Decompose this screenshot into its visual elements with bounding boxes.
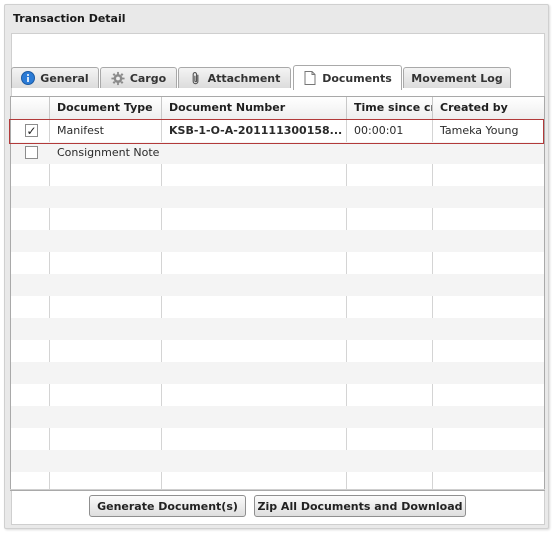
cell-created-by [433,142,544,164]
panel-title: Transaction Detail [13,12,126,25]
empty-row [11,362,544,384]
tab-attachment-label: Attachment [207,71,281,85]
header-created-by[interactable]: Created by [433,97,544,119]
empty-row [11,208,544,230]
header-document-number[interactable]: Document Number [162,97,347,119]
cell-document-type: Consignment Note [57,146,160,159]
cell-time-since-creation [347,142,433,164]
empty-row [11,186,544,208]
cell-document-type: Manifest [57,124,104,137]
tab-cargo[interactable]: Cargo [100,67,177,88]
empty-row [11,296,544,318]
tab-documents-label: Documents [322,71,392,85]
empty-row [11,340,544,362]
cell-document-number [162,142,347,164]
empty-row [11,230,544,252]
zip-download-button[interactable]: Zip All Documents and Download [254,495,466,517]
tab-movement-log-label: Movement Log [411,71,503,85]
empty-row [11,274,544,296]
row-checkbox[interactable] [25,146,38,159]
checkmark-icon: ✓ [26,123,37,138]
header-checkbox-column [11,97,50,119]
empty-row [11,406,544,428]
header-time-since-creation[interactable]: Time since creation [347,97,433,119]
paperclip-icon [189,71,203,85]
gear-icon [111,71,125,85]
row-checkbox[interactable]: ✓ [25,124,38,137]
document-icon [303,71,317,85]
footer-divider [10,489,545,490]
tab-movement-log[interactable]: Movement Log [403,67,511,88]
table-row[interactable]: Consignment Note [11,142,544,164]
empty-row [11,252,544,274]
empty-row [11,318,544,340]
tab-cargo-label: Cargo [129,71,167,85]
empty-row [11,164,544,186]
empty-row [11,450,544,472]
cell-time-since-creation: 00:00:01 [354,124,404,137]
grid-header: Document Type Document Number Time since… [11,97,544,120]
tab-general-label: General [40,71,89,85]
documents-grid: Document Type Document Number Time since… [10,96,545,491]
tab-general[interactable]: General [11,67,99,88]
cell-document-number: KSB-1-O-A-201111300158... [169,124,343,137]
tab-attachment[interactable]: Attachment [178,67,291,88]
empty-row [11,384,544,406]
tab-documents[interactable]: Documents [293,65,402,90]
info-icon [21,71,36,85]
table-row[interactable]: ✓ Manifest KSB-1-O-A-201111300158... 00:… [11,120,544,142]
generate-documents-button[interactable]: Generate Document(s) [89,495,246,517]
header-document-type[interactable]: Document Type [50,97,162,119]
cell-created-by: Tameka Young [440,124,519,137]
empty-row [11,428,544,450]
grid-rows: ✓ Manifest KSB-1-O-A-201111300158... 00:… [11,120,544,490]
tab-strip: General Cargo Attachment Documents Movem… [10,65,530,90]
